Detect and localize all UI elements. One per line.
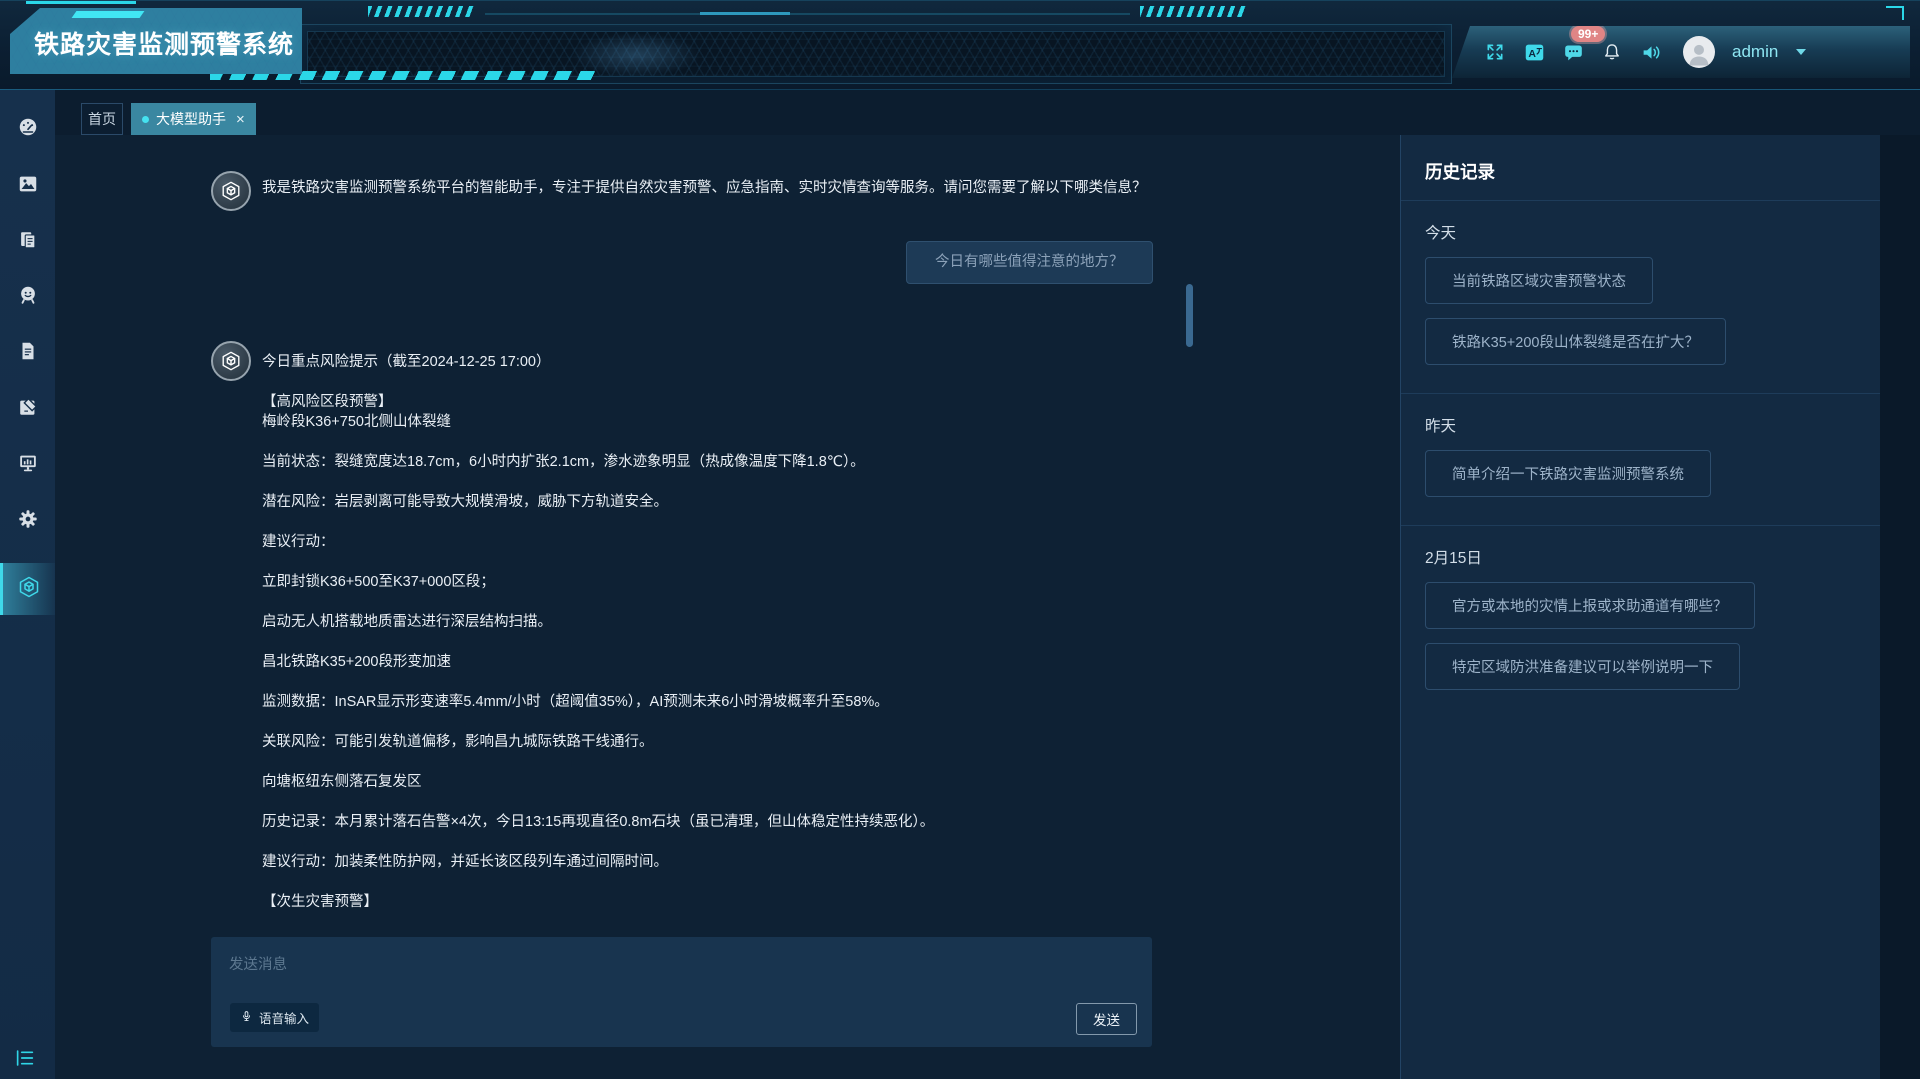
- caret-down-icon[interactable]: [1795, 43, 1807, 61]
- history-section-label: 今天: [1425, 221, 1856, 243]
- report-line: 关联风险：可能引发轨道偏移，影响昌九城际铁路干线通行。: [262, 732, 1192, 752]
- settings-icon[interactable]: [0, 497, 55, 541]
- left-sidebar: [0, 90, 55, 1079]
- history-item[interactable]: 特定区域防洪准备建议可以举例说明一下: [1425, 643, 1740, 690]
- translate-icon[interactable]: A: [1523, 41, 1545, 63]
- assistant-report-message: 今日重点风险提示（截至2024-12-25 17:00） 【高风险区段预警】 梅…: [262, 352, 1192, 932]
- history-section-label: 2月15日: [1425, 546, 1856, 568]
- user-avatar[interactable]: [1683, 36, 1715, 68]
- report-line: 建议行动：: [262, 532, 1192, 552]
- collapse-icon: [15, 1049, 35, 1072]
- report-line: 【次生灾害预警】: [262, 892, 1192, 912]
- image-icon[interactable]: [0, 162, 55, 206]
- message-icon[interactable]: 99+: [1562, 41, 1584, 63]
- send-button[interactable]: 发送: [1076, 1003, 1137, 1035]
- decor-line: [485, 13, 1130, 15]
- tab-home[interactable]: 首页: [81, 103, 123, 135]
- message-input-panel: 语音输入 发送: [211, 937, 1152, 1047]
- document-icon[interactable]: [0, 329, 55, 373]
- chat-scrollbar-thumb[interactable]: [1186, 284, 1193, 347]
- app-header: 铁路灾害监测预警系统 A 99+: [0, 0, 1920, 90]
- title-plate: 铁路灾害监测预警系统: [10, 8, 302, 74]
- microphone-icon: [240, 1010, 253, 1026]
- dashboard-icon[interactable]: [0, 105, 55, 149]
- user-message-bubble: 今日有哪些值得注意的地方？: [906, 241, 1153, 284]
- decor-slashes: [368, 6, 474, 17]
- sidebar-item-ai-assistant[interactable]: [0, 563, 55, 615]
- speaker-icon[interactable]: [1640, 41, 1662, 63]
- assistant-message: 我是铁路灾害监测预警系统平台的智能助手，专注于提供自然灾害预警、应急指南、实时灾…: [262, 178, 1222, 198]
- page-title: 铁路灾害监测预警系统: [10, 8, 302, 74]
- library-icon[interactable]: [0, 218, 55, 262]
- decor-slashes: [1140, 6, 1246, 17]
- report-line: 向塘枢纽东侧落石复发区: [262, 772, 1192, 792]
- notification-badge: 99+: [1571, 26, 1605, 42]
- username-label[interactable]: admin: [1732, 42, 1778, 62]
- history-item[interactable]: 简单介绍一下铁路灾害监测预警系统: [1425, 450, 1711, 497]
- voice-input-button[interactable]: 语音输入: [230, 1003, 319, 1032]
- report-line: 监测数据：InSAR显示形变速率5.4mm/小时（超阈值35%），AI预测未来6…: [262, 692, 1192, 712]
- report-line: 当前状态：裂缝宽度达18.7cm，6小时内扩张2.1cm，渗水迹象明显（热成像温…: [262, 452, 1192, 472]
- edit-icon[interactable]: [0, 385, 55, 429]
- history-section-label: 昨天: [1425, 414, 1856, 436]
- assistant-avatar: [211, 171, 251, 211]
- tab-strip: [55, 90, 1920, 135]
- history-item[interactable]: 铁路K35+200段山体裂缝是否在扩大？: [1425, 318, 1726, 365]
- fullscreen-icon[interactable]: [1484, 41, 1506, 63]
- history-title: 历史记录: [1401, 135, 1880, 201]
- history-panel: 历史记录 今天 当前铁路区域灾害预警状态 铁路K35+200段山体裂缝是否在扩大…: [1400, 135, 1880, 1079]
- header-toolbar: A 99+: [1452, 26, 1910, 78]
- tab-close-icon[interactable]: ×: [236, 111, 245, 128]
- history-item[interactable]: 当前铁路区域灾害预警状态: [1425, 257, 1653, 304]
- history-section-feb15: 2月15日 官方或本地的灾情上报或求助通道有哪些？ 特定区域防洪准备建议可以举例…: [1401, 526, 1880, 718]
- camera-icon[interactable]: [0, 273, 55, 317]
- history-section-today: 今天 当前铁路区域灾害预警状态 铁路K35+200段山体裂缝是否在扩大？: [1401, 201, 1880, 394]
- report-line: 历史记录：本月累计落石告警×4次，今日13:15再现直径0.8m石块（虽已清理，…: [262, 812, 1192, 832]
- history-item[interactable]: 官方或本地的灾情上报或求助通道有哪些？: [1425, 582, 1755, 629]
- header-accent-bar: [26, 1, 136, 4]
- decor-line-bright: [700, 12, 790, 15]
- history-section-yesterday: 昨天 简单介绍一下铁路灾害监测预警系统: [1401, 394, 1880, 526]
- report-line: 立即封锁K36+500至K37+000区段；: [262, 572, 1192, 592]
- report-line: 潜在风险：岩层剥离可能导致大规模滑坡，威胁下方轨道安全。: [262, 492, 1192, 512]
- sidebar-collapse-button[interactable]: [12, 1048, 38, 1072]
- tab-active-dot: [142, 116, 149, 123]
- report-line: 今日重点风险提示（截至2024-12-25 17:00）: [262, 352, 1192, 372]
- report-line: 建议行动：加装柔性防护网，并延长该区段列车通过间隔时间。: [262, 852, 1192, 872]
- report-line: 昌北铁路K35+200段形变加速: [262, 652, 1192, 672]
- report-line: 【高风险区段预警】 梅岭段K36+750北侧山体裂缝: [262, 392, 1192, 432]
- message-input[interactable]: [211, 937, 1152, 1003]
- tab-ai-assistant[interactable]: 大模型助手 ×: [131, 103, 256, 135]
- assistant-avatar: [211, 341, 251, 381]
- svg-text:A: A: [1528, 47, 1536, 59]
- bell-icon[interactable]: [1601, 41, 1623, 63]
- decor-corner-bracket: [1886, 6, 1904, 20]
- monitor-icon[interactable]: [0, 441, 55, 485]
- report-line: 启动无人机搭载地质雷达进行深层结构扫描。: [262, 612, 1192, 632]
- ai-assistant-icon: [17, 575, 41, 604]
